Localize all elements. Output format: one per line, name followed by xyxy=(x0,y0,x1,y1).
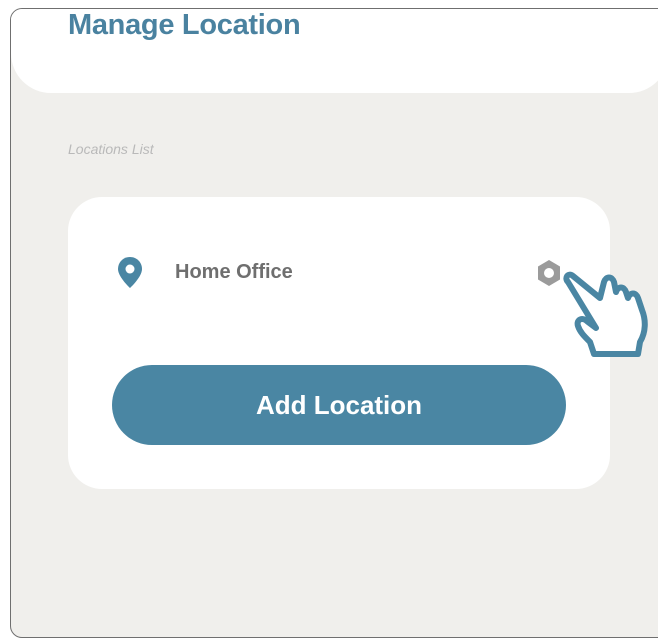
locations-list-label: Locations List xyxy=(68,141,154,157)
pointing-hand-icon xyxy=(563,271,648,357)
location-name: Home Office xyxy=(175,261,293,283)
location-item[interactable]: Home Office xyxy=(68,252,610,292)
header: Manage Location xyxy=(11,9,658,93)
add-location-button[interactable]: Add Location xyxy=(112,365,566,445)
page-title: Manage Location xyxy=(68,9,301,41)
settings-icon[interactable] xyxy=(536,259,562,287)
locations-card: Home Office Add Location xyxy=(68,197,610,489)
map-pin-icon xyxy=(118,257,142,288)
